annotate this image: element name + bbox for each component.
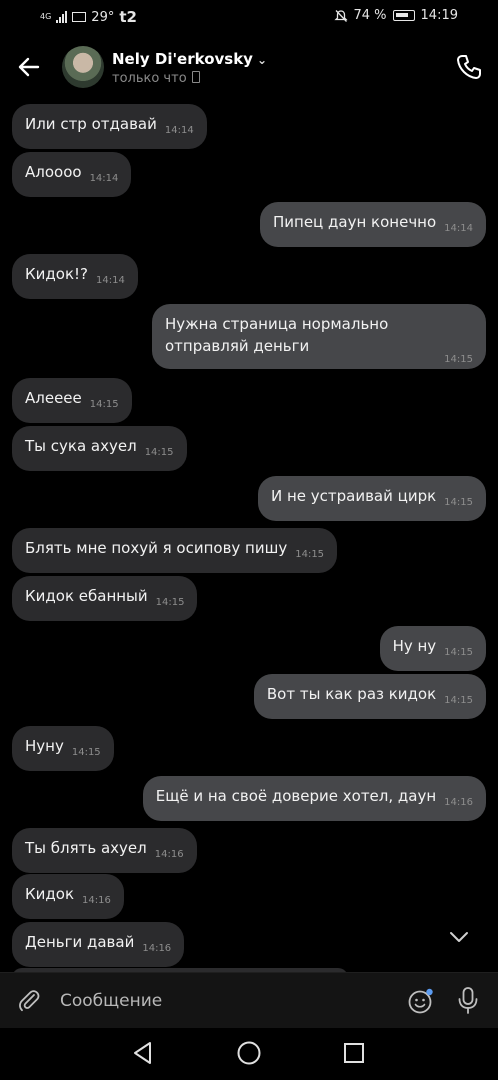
message-bubble-incoming[interactable]: Блять мне похуй я осипову пишу 14:15 bbox=[12, 528, 338, 573]
message-time: 14:16 bbox=[142, 943, 172, 954]
phone-icon[interactable] bbox=[454, 52, 484, 82]
message-time: 14:15 bbox=[444, 354, 473, 365]
message-time: 14:16 bbox=[154, 849, 184, 860]
message-text: Нуну bbox=[25, 737, 64, 755]
message-text: Кидок!? bbox=[25, 265, 88, 283]
message-bubble-incoming[interactable]: Алоооо 14:14 bbox=[12, 152, 132, 197]
message-text: Ты сука ахуел bbox=[25, 437, 137, 455]
message-time: 14:14 bbox=[95, 275, 125, 286]
message-bubble-outgoing[interactable]: Ну ну 14:15 bbox=[379, 626, 486, 671]
message-time: 14:15 bbox=[155, 597, 185, 608]
message-bubble-incoming[interactable]: Нуну 14:15 bbox=[12, 726, 114, 771]
battery-percent: 74 % bbox=[353, 8, 387, 23]
mobile-icon bbox=[191, 71, 200, 83]
message-text: Пипец даун конечно bbox=[272, 213, 437, 231]
message-time: 14:16 bbox=[444, 797, 473, 808]
message-text: Или стр отдавай bbox=[25, 115, 157, 133]
message-bubble-outgoing[interactable]: Пипец даун конечно 14:14 bbox=[259, 202, 486, 247]
system-nav-bar bbox=[0, 1028, 498, 1080]
message-text: Кидок bbox=[25, 885, 75, 903]
composer bbox=[0, 972, 498, 1029]
message-time: 14:15 bbox=[444, 695, 473, 706]
message-text: Ты блять ахуел bbox=[25, 839, 147, 857]
carrier: t2 bbox=[119, 8, 137, 26]
message-time: 14:14 bbox=[164, 125, 194, 136]
message-bubble-incoming[interactable]: Ты блять ахуел 14:16 bbox=[12, 828, 197, 873]
message-time: 14:15 bbox=[444, 647, 473, 658]
mail-icon bbox=[72, 12, 87, 22]
message-bubble-outgoing[interactable]: Вот ты как раз кидок 14:15 bbox=[253, 674, 486, 719]
status-right: 74 % 14:19 bbox=[333, 8, 458, 23]
message-bubble-outgoing[interactable]: Нужна страница нормально отправляй деньг… bbox=[152, 304, 486, 369]
message-list[interactable]: Или стр отдавай 14:14 Алоооо 14:14 Пипец д… bbox=[0, 102, 498, 972]
message-text: Блять мне похуй я осипову пишу bbox=[25, 539, 288, 557]
message-time: 14:14 bbox=[444, 223, 473, 234]
nav-recent-apps-icon[interactable] bbox=[342, 1041, 366, 1065]
message-bubble-incoming[interactable]: Кидок ебанный 14:15 bbox=[12, 576, 198, 621]
nav-back-icon[interactable] bbox=[130, 1040, 156, 1066]
contact-name-button[interactable]: Nely Di'erkovsky ⌄ bbox=[112, 50, 267, 68]
message-time: 14:15 bbox=[295, 549, 325, 560]
message-time: 14:14 bbox=[89, 173, 119, 184]
message-text: Деньги давай bbox=[25, 933, 135, 951]
message-text: Кидок ебанный bbox=[25, 587, 148, 605]
message-time: 14:16 bbox=[82, 895, 111, 906]
message-bubble-outgoing[interactable]: Ещё и на своё доверие хотел, даун 14:16 bbox=[142, 776, 486, 821]
message-text: Ещё и на своё доверие хотел, даун bbox=[155, 787, 437, 805]
status-bar: 4G 29° t2 74 % 14:19 bbox=[0, 0, 498, 34]
signal-icon bbox=[56, 11, 68, 23]
back-arrow-icon[interactable] bbox=[14, 52, 44, 82]
message-bubble-incoming[interactable]: Или стр отдавай 14:14 bbox=[12, 104, 207, 149]
contact-name: Nely Di'erkovsky bbox=[112, 50, 253, 68]
status-left: 4G 29° t2 bbox=[40, 8, 137, 26]
chat-header: Nely Di'erkovsky ⌄ только что bbox=[0, 34, 498, 102]
chevron-down-icon: ⌄ bbox=[256, 53, 268, 67]
message-time: 14:15 bbox=[444, 497, 473, 508]
mute-icon bbox=[333, 9, 348, 22]
avatar[interactable] bbox=[62, 46, 104, 88]
emoji-icon[interactable] bbox=[407, 987, 435, 1015]
contact-status: только что bbox=[112, 71, 200, 86]
message-text: И не устраивай цирк bbox=[270, 487, 437, 505]
message-text: Алееее bbox=[25, 389, 82, 407]
message-text: Ну ну bbox=[392, 637, 437, 655]
message-time: 14:15 bbox=[89, 399, 119, 410]
chevron-down-icon[interactable] bbox=[448, 928, 470, 946]
microphone-icon[interactable] bbox=[455, 986, 481, 1016]
message-bubble-incoming[interactable]: Кидок 14:16 bbox=[12, 874, 124, 919]
message-bubble-incoming[interactable]: Ты сука ахуел 14:15 bbox=[12, 426, 187, 471]
message-input[interactable] bbox=[58, 985, 392, 1017]
message-text: Алоооо bbox=[25, 163, 82, 181]
network-type: 4G bbox=[40, 12, 52, 21]
message-bubble-incoming[interactable]: Деньги давай 14:16 bbox=[12, 922, 185, 967]
battery-icon bbox=[392, 10, 415, 21]
online-status: только что bbox=[112, 71, 187, 86]
nav-home-icon[interactable] bbox=[236, 1040, 262, 1066]
paperclip-icon[interactable] bbox=[16, 987, 42, 1013]
message-bubble-outgoing[interactable]: И не устраивай цирк 14:15 bbox=[257, 476, 486, 521]
message-time: 14:15 bbox=[144, 447, 174, 458]
message-bubble-incoming[interactable]: Алееее 14:15 bbox=[12, 378, 132, 423]
message-text: Нужна страница нормально отправляй деньг… bbox=[165, 315, 389, 355]
message-bubble-incoming[interactable]: Кидок!? 14:14 bbox=[12, 254, 138, 299]
message-time: 14:15 bbox=[71, 747, 101, 758]
temperature: 29° bbox=[91, 9, 115, 25]
message-text: Вот ты как раз кидок bbox=[266, 685, 437, 703]
clock: 14:19 bbox=[420, 8, 458, 23]
